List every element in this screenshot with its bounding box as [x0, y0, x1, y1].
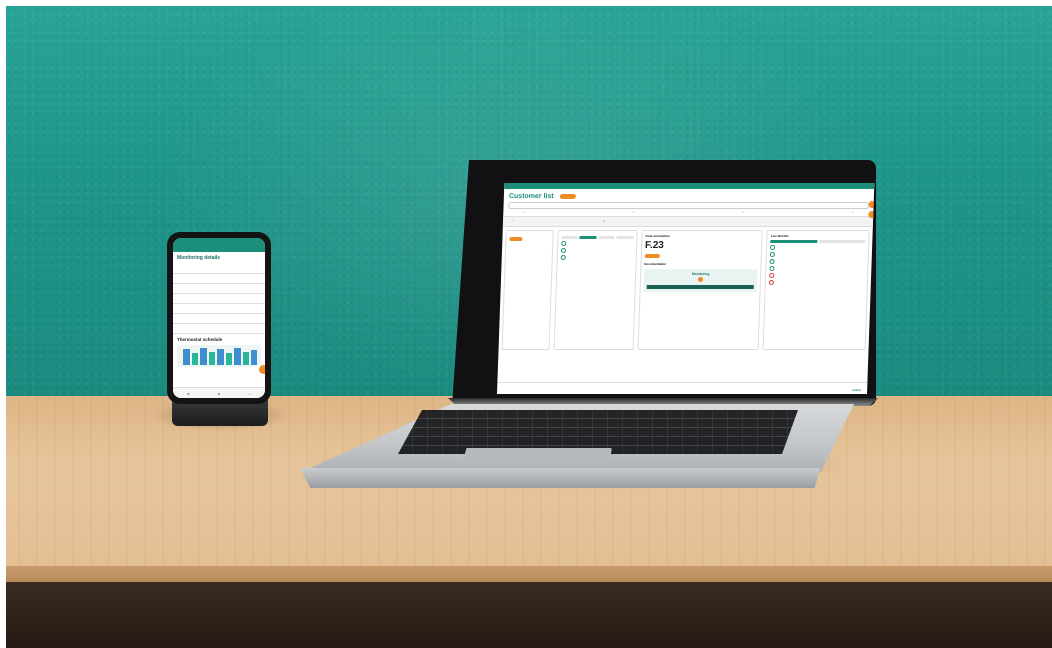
- status-item: [770, 252, 865, 257]
- phone-detail-row: [173, 294, 265, 304]
- monitoring-bar: [646, 285, 755, 289]
- warning-dot: [769, 273, 775, 278]
- phone-detail-row: [173, 314, 265, 324]
- warning-item: [769, 280, 864, 285]
- phone-detail-row: [173, 284, 265, 294]
- monitoring-panel: Monitoring: [643, 269, 758, 292]
- status-item: [769, 259, 865, 264]
- filter-item: ▾: [523, 211, 525, 214]
- desk-edge: [0, 566, 1052, 582]
- chart-bar: [217, 349, 224, 365]
- frame-border-top: [0, 0, 1052, 6]
- history-entry: [560, 248, 633, 253]
- live-monitor-tab: [770, 240, 818, 243]
- laptop-keyboard: [398, 410, 798, 454]
- monitoring-label: Monitoring: [691, 272, 710, 276]
- app-header: Customer list: [504, 189, 874, 202]
- settings-icon: ○: [248, 390, 251, 396]
- status-dot: [769, 266, 775, 271]
- add-customer-button: [559, 194, 576, 199]
- column-history: [553, 230, 638, 350]
- timeline-dot: [560, 255, 566, 260]
- home-icon: ●: [187, 390, 190, 396]
- column-code-description: Code description F.23 Documentation Moni…: [637, 230, 764, 350]
- frame-border-left: [0, 0, 6, 648]
- laptop-front-edge: [300, 468, 820, 488]
- history-tab: [598, 236, 615, 239]
- live-monitor-tabs: [770, 240, 866, 243]
- phone-detail-row: [173, 274, 265, 284]
- phone-schedule-chart: [177, 345, 261, 367]
- filter-item: ▾: [632, 211, 635, 214]
- notice-button: [509, 237, 523, 241]
- row-status-icon: ◠: [510, 220, 514, 223]
- phone-detail-row: [173, 304, 265, 314]
- chart-bar: [183, 349, 190, 365]
- status-item: [770, 245, 865, 250]
- status-dot: [769, 259, 776, 264]
- chart-bar: [234, 348, 241, 365]
- status-item: [769, 266, 865, 271]
- warning-item: [769, 273, 864, 278]
- smartphone: Monitoring details Thermostat schedule ●…: [167, 232, 271, 404]
- phone-floating-action-button: [259, 365, 265, 374]
- chart-bar: [200, 348, 207, 365]
- app-footer: [497, 382, 875, 394]
- column-live-monitor: Live Monitor: [762, 230, 870, 350]
- chart-bar: [209, 352, 215, 365]
- filter-item: ▾: [852, 211, 854, 214]
- phone-detail-row: [173, 324, 265, 334]
- column-notice: [501, 230, 554, 350]
- customer-list-row: ◠ ●: [502, 216, 874, 227]
- filter-item: ▾: [742, 211, 744, 214]
- phone-bottom-nav: ● ● ○: [173, 387, 265, 398]
- chart-bar: [243, 352, 249, 365]
- status-dot: [770, 252, 776, 257]
- code-action-button: [644, 254, 660, 258]
- chart-bar: [226, 353, 232, 365]
- phone-app-bar: [173, 244, 265, 252]
- history-entry: [560, 255, 632, 260]
- chart-bar: [192, 353, 198, 365]
- chart-bar: [251, 350, 257, 365]
- phone-page-title: Monitoring details: [177, 255, 221, 261]
- search-input: [508, 202, 869, 209]
- documentation-label: Documentation: [644, 262, 667, 266]
- status-dot: [770, 245, 776, 250]
- history-tab: [561, 236, 578, 239]
- fault-code: F.23: [644, 240, 665, 251]
- phone-section-title: Thermostat schedule: [177, 337, 223, 342]
- alert-icon: ●: [603, 220, 605, 223]
- phone-detail-row: [173, 264, 265, 274]
- history-entry: [560, 241, 633, 246]
- brand-logo-icon: Vaillant: [851, 389, 862, 392]
- history-tab: [579, 236, 597, 239]
- code-description-title: Code description: [645, 234, 670, 238]
- app-title: Customer list: [508, 193, 554, 200]
- phone-chart-legend: [173, 343, 265, 344]
- desk-front-shadow: [0, 582, 1052, 648]
- live-monitor-title: Live Monitor: [770, 234, 789, 238]
- timeline-dot: [560, 241, 567, 246]
- list-icon: ●: [217, 390, 221, 396]
- detail-columns: Code description F.23 Documentation Moni…: [498, 227, 872, 353]
- history-tab: [616, 236, 634, 239]
- history-tabs: [561, 236, 634, 239]
- timeline-dot: [560, 248, 566, 253]
- photo-scene: Monitoring details Thermostat schedule ●…: [0, 0, 1052, 648]
- laptop-screen: Customer list ▾ ▾ ▾ ▾ ◠ ● Code descripti…: [497, 183, 875, 394]
- live-monitor-tab: [818, 240, 866, 243]
- laptop-touchpad: [462, 448, 612, 464]
- filter-bar: ▾ ▾ ▾ ▾: [503, 209, 873, 216]
- floating-action-button: [868, 201, 875, 208]
- monitoring-indicator-icon: [697, 277, 704, 282]
- warning-dot: [769, 280, 775, 285]
- phone-screen: Monitoring details Thermostat schedule ●…: [173, 238, 265, 398]
